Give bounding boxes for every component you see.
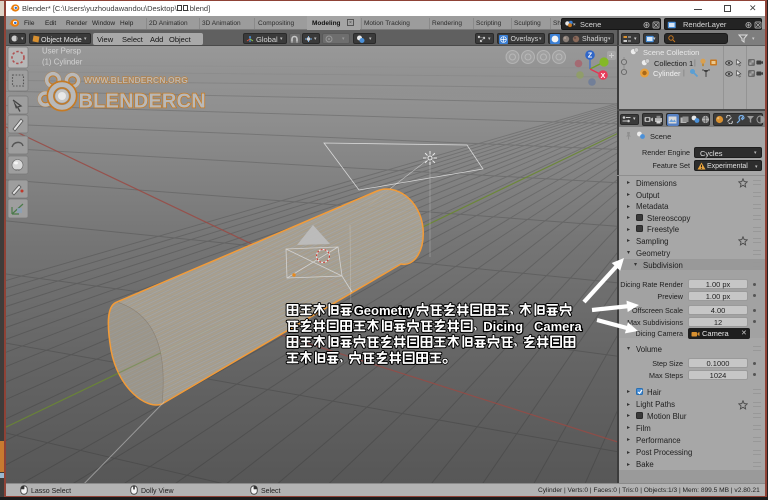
svg-text:Z: Z <box>588 53 593 60</box>
svg-text:WWW.BLENDERCN.ORG: WWW.BLENDERCN.ORG <box>84 75 188 85</box>
svg-text:Geometry: Geometry <box>354 303 415 318</box>
svg-text:BLENDERCN: BLENDERCN <box>79 91 206 113</box>
svg-text:X: X <box>601 73 606 80</box>
svg-text:User Persp: User Persp <box>42 47 82 56</box>
svg-text:(1) Cylinder: (1) Cylinder <box>42 58 83 67</box>
svg-text:Dicing: Dicing <box>483 319 523 334</box>
svg-text:Camera: Camera <box>534 319 582 334</box>
